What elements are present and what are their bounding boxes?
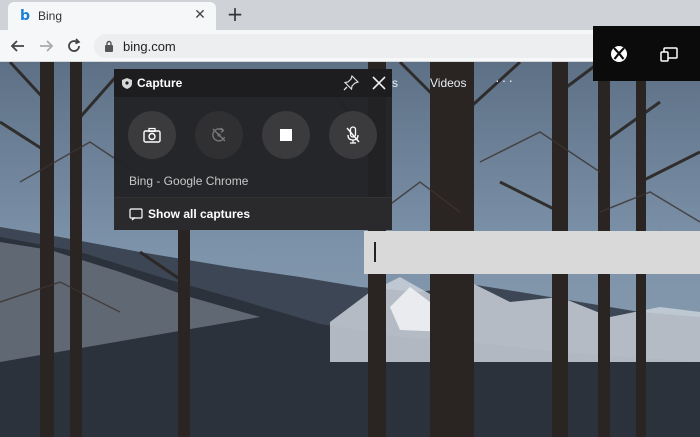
record-last-30s-button[interactable] — [195, 111, 243, 159]
bing-search-input[interactable] — [364, 231, 700, 274]
xbox-button[interactable] — [608, 43, 630, 65]
camera-icon — [143, 127, 161, 143]
captured-app-name: Bing - Google Chrome — [129, 174, 249, 188]
bing-nav-link-partial[interactable]: s — [392, 76, 398, 90]
bing-icon: b — [20, 8, 31, 24]
pin-button[interactable] — [342, 74, 360, 92]
back-button[interactable] — [8, 36, 28, 56]
game-bar-widget — [593, 26, 700, 81]
reload-icon — [68, 38, 81, 52]
capture-title: Capture — [137, 76, 183, 90]
gallery-icon — [129, 208, 143, 221]
forward-arrow-icon — [40, 40, 54, 52]
new-tab-button[interactable]: + — [224, 3, 246, 25]
screenshot-button[interactable] — [128, 111, 176, 159]
stop-recording-button[interactable] — [262, 111, 310, 159]
bing-nav-videos[interactable]: Videos — [430, 76, 466, 90]
close-widget-button[interactable] — [369, 73, 389, 93]
forward-button[interactable] — [36, 36, 56, 56]
record-last-icon — [212, 127, 226, 142]
show-all-captures-button[interactable]: Show all captures — [114, 197, 392, 230]
tab-bing[interactable]: b Bing ✕ — [8, 2, 216, 30]
capture-widget: Capture Bing - Google Chrome Show all ca… — [114, 69, 392, 230]
capture-header[interactable]: Capture — [114, 69, 392, 97]
show-all-captures-label: Show all captures — [148, 207, 251, 221]
widget-logo-icon — [122, 78, 132, 89]
back-arrow-icon — [10, 40, 24, 52]
bing-more-icon[interactable]: ··· — [495, 72, 515, 88]
mic-toggle-button[interactable] — [329, 111, 377, 159]
reload-button[interactable] — [64, 36, 84, 56]
lock-icon — [105, 40, 113, 52]
stop-icon — [280, 129, 292, 141]
capture-widget-button[interactable] — [659, 43, 681, 65]
url-text: bing.com — [123, 39, 176, 54]
pin-icon — [343, 74, 360, 91]
xbox-icon — [611, 46, 627, 62]
tab-title: Bing — [38, 9, 63, 23]
text-cursor — [374, 242, 376, 262]
close-tab-icon[interactable]: ✕ — [192, 7, 208, 23]
capture-monitor-icon — [660, 47, 678, 62]
address-bar[interactable]: bing.com — [94, 34, 614, 58]
close-icon — [372, 76, 386, 90]
mic-off-icon — [346, 126, 360, 144]
